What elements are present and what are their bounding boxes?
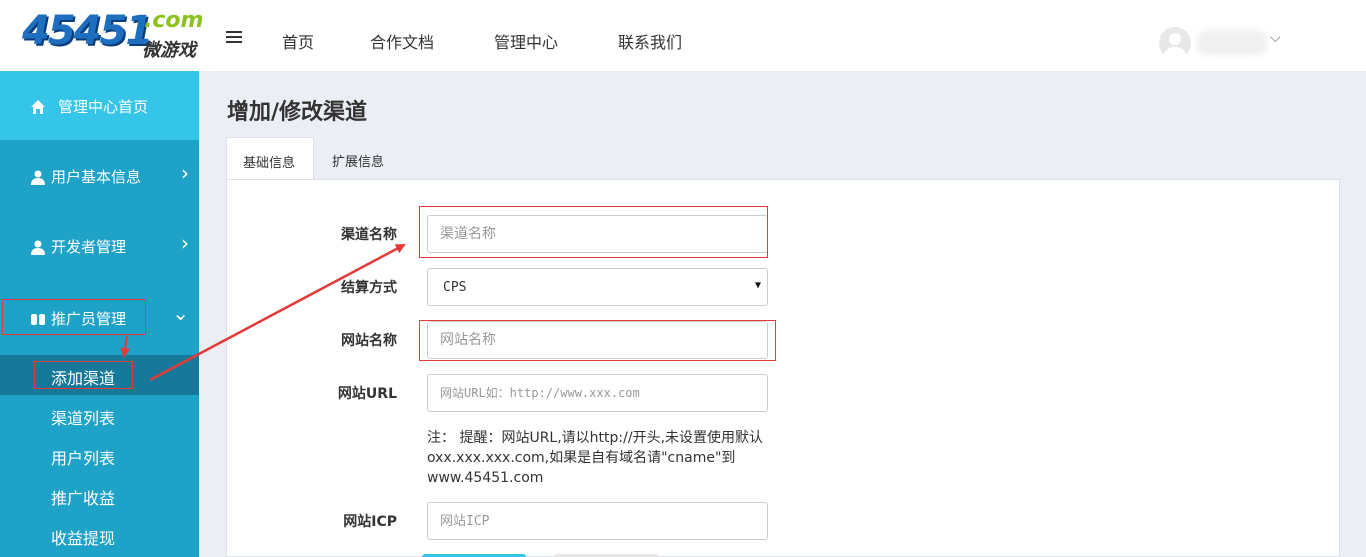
chevron-right-icon: ›	[181, 231, 189, 255]
tab-extended-info[interactable]: 扩展信息	[316, 137, 400, 180]
user-icon	[31, 240, 45, 255]
site-name-label: 网站名称	[341, 333, 397, 349]
user-icon	[31, 170, 45, 185]
subitem-withdraw[interactable]: 收益提现	[51, 525, 115, 549]
annotation-box	[419, 320, 776, 361]
sidebar-item-label: 用户基本信息	[51, 168, 142, 186]
sidebar-item-label: 开发者管理	[51, 238, 127, 256]
annotation-box	[34, 361, 133, 389]
sidebar-item-user-info[interactable]: 用户基本信息 ›	[0, 141, 199, 211]
site-icp-label: 网站ICP	[343, 514, 397, 530]
sidebar-item-dashboard[interactable]: 管理中心首页	[0, 71, 199, 141]
logo-number: 45451	[22, 8, 153, 54]
annotation-box	[419, 206, 768, 258]
settlement-select[interactable]: CPS ▼	[427, 268, 768, 306]
settlement-label: 结算方式	[341, 280, 397, 296]
subitem-channel-list[interactable]: 渠道列表	[51, 405, 115, 429]
caret-down-icon: ▼	[754, 280, 761, 291]
nav-contact[interactable]: 联系我们	[618, 29, 682, 53]
logo-tagline: 微游戏	[142, 40, 196, 61]
site-url-input[interactable]	[427, 374, 768, 412]
annotation-box	[2, 299, 146, 335]
url-note: 注： 提醒：网站URL,请以http://开头,未设置使用默认oxx.xxx.x…	[427, 430, 764, 486]
username-redacted[interactable]	[1197, 30, 1267, 56]
tab-basic-info[interactable]: 基础信息	[226, 137, 314, 180]
avatar[interactable]	[1159, 27, 1191, 59]
site-icp-input[interactable]	[427, 502, 768, 540]
logo-domain: .com	[144, 8, 204, 33]
sidebar-item-developer[interactable]: 开发者管理 ›	[0, 211, 199, 281]
page-title: 增加/修改渠道	[227, 100, 368, 125]
nav-docs[interactable]: 合作文档	[370, 29, 434, 53]
settlement-value: CPS	[443, 280, 467, 295]
site-url-label: 网站URL	[337, 386, 397, 402]
menu-toggle-icon[interactable]	[226, 31, 242, 43]
nav-admin[interactable]: 管理中心	[494, 29, 558, 53]
home-icon	[31, 100, 45, 114]
chevron-right-icon: ›	[181, 161, 189, 185]
nav-home[interactable]: 首页	[282, 29, 314, 53]
subitem-promo-earnings[interactable]: 推广收益	[51, 485, 115, 509]
sidebar-item-label: 管理中心首页	[58, 98, 149, 116]
chevron-down-icon: ⌄	[172, 301, 189, 325]
chevron-down-icon[interactable]: ⌵	[1270, 30, 1281, 46]
subitem-user-list[interactable]: 用户列表	[51, 445, 115, 469]
site-logo[interactable]: 45451 .com 微游戏	[22, 6, 204, 66]
channel-name-label: 渠道名称	[341, 227, 397, 243]
top-bar: 45451 .com 微游戏 首页 合作文档 管理中心 联系我们 ⌵	[0, 0, 1366, 71]
